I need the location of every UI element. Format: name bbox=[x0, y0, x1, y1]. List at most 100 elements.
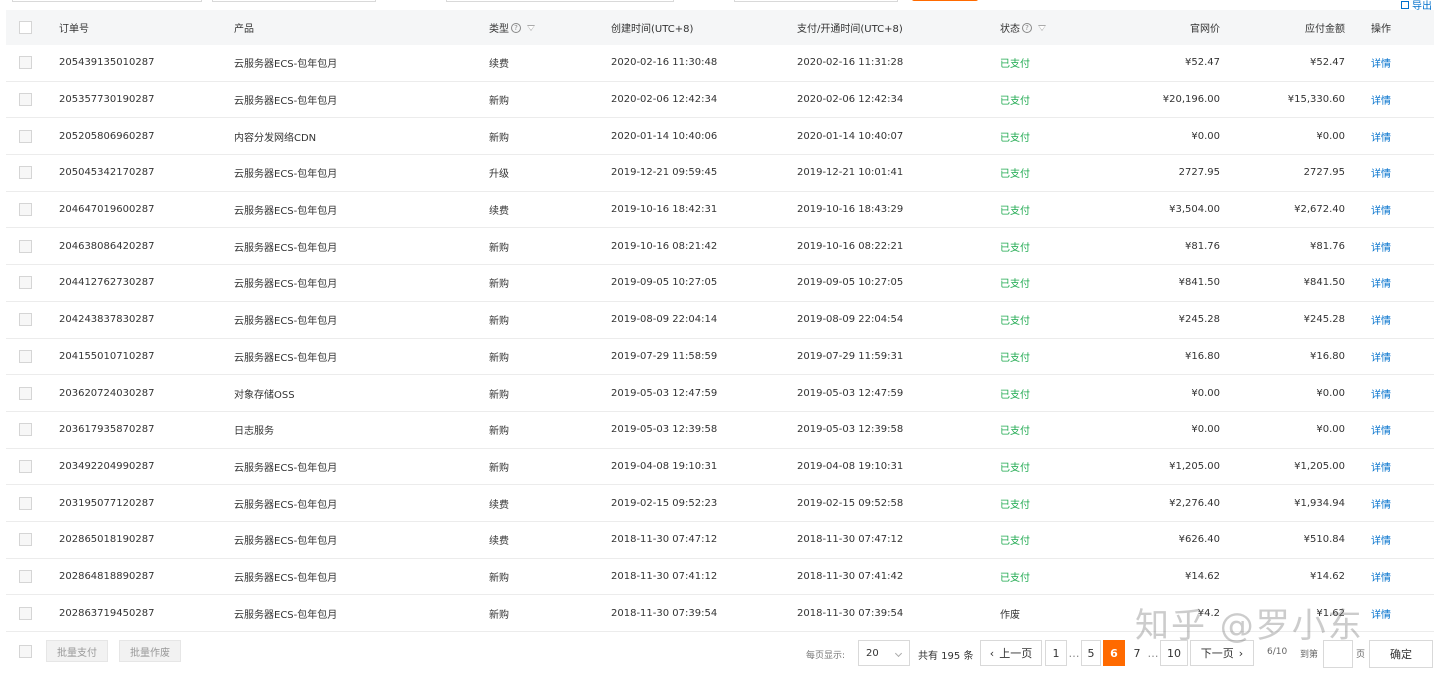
details-link[interactable]: 详情 bbox=[1371, 449, 1391, 485]
export-icon bbox=[1401, 0, 1409, 9]
status-cell: 已支付 bbox=[1000, 352, 1030, 364]
product-cell: 云服务器ECS-包年包月 bbox=[234, 352, 338, 364]
paid-time-cell: 2019-04-08 19:10:31 bbox=[797, 460, 904, 472]
row-checkbox[interactable] bbox=[19, 93, 32, 107]
row-checkbox[interactable] bbox=[19, 349, 32, 363]
product-cell: 云服务器ECS-包年包月 bbox=[234, 169, 338, 181]
row-checkbox[interactable] bbox=[19, 276, 32, 290]
footer-select-all-checkbox[interactable] bbox=[19, 645, 32, 658]
row-checkbox[interactable] bbox=[19, 459, 32, 473]
paid-time-cell: 2020-02-16 11:31:28 bbox=[797, 57, 904, 69]
page-unit: 页 bbox=[1356, 650, 1366, 660]
type-cell: 新购 bbox=[489, 316, 509, 328]
page-button[interactable]: 10 bbox=[1160, 640, 1188, 666]
row-checkbox[interactable] bbox=[19, 496, 32, 510]
filter-input[interactable] bbox=[446, 0, 674, 2]
paid-time-cell: 2020-02-06 12:42:34 bbox=[797, 94, 904, 106]
paid-time-cell: 2019-09-05 10:27:05 bbox=[797, 277, 904, 289]
table-row: 202865018190287 云服务器ECS-包年包月 续费 2018-11-30 … bbox=[6, 522, 1434, 559]
amount-cell: ¥841.50 bbox=[1303, 277, 1345, 289]
details-link[interactable]: 详情 bbox=[1371, 228, 1391, 264]
details-link[interactable]: 详情 bbox=[1371, 595, 1391, 631]
list-price-cell: ¥0.00 bbox=[1191, 387, 1220, 399]
batch-pay-button[interactable]: 批量支付 bbox=[46, 640, 108, 662]
details-link[interactable]: 详情 bbox=[1371, 82, 1391, 118]
status-cell: 已支付 bbox=[1000, 59, 1030, 71]
amount-cell: ¥1.62 bbox=[1316, 607, 1345, 619]
product-cell: 日志服务 bbox=[234, 426, 274, 438]
next-page-button[interactable]: 下一页 › bbox=[1190, 640, 1254, 666]
list-price-cell: ¥81.76 bbox=[1185, 240, 1220, 252]
page-button[interactable]: 1 bbox=[1045, 640, 1067, 666]
filter-input[interactable] bbox=[212, 0, 376, 2]
order-no-cell: 205205806960287 bbox=[59, 130, 155, 142]
filter-input[interactable] bbox=[12, 0, 202, 2]
table-row: 204647019600287 云服务器ECS-包年包月 续费 2019-10-16 … bbox=[6, 192, 1434, 229]
created-time-cell: 2019-09-05 10:27:05 bbox=[611, 277, 718, 289]
page-size-select[interactable]: 20 bbox=[858, 640, 910, 666]
status-cell: 已支付 bbox=[1000, 206, 1030, 218]
product-cell: 云服务器ECS-包年包月 bbox=[234, 609, 338, 621]
paid-time-cell: 2019-02-15 09:52:58 bbox=[797, 497, 904, 509]
table-row: 204155010710287 云服务器ECS-包年包月 新购 2019-07-29 … bbox=[6, 339, 1434, 376]
batch-void-button[interactable]: 批量作废 bbox=[119, 640, 181, 662]
details-link[interactable]: 详情 bbox=[1371, 375, 1391, 411]
details-link[interactable]: 详情 bbox=[1371, 412, 1391, 448]
search-button[interactable] bbox=[912, 0, 978, 1]
help-icon[interactable]: ? bbox=[1022, 22, 1032, 33]
details-link[interactable]: 详情 bbox=[1371, 485, 1391, 521]
product-cell: 云服务器ECS-包年包月 bbox=[234, 206, 338, 218]
created-time-cell: 2019-07-29 11:58:59 bbox=[611, 350, 718, 362]
product-cell: 云服务器ECS-包年包月 bbox=[234, 536, 338, 548]
details-link[interactable]: 详情 bbox=[1371, 559, 1391, 595]
filter-icon[interactable] bbox=[1038, 24, 1046, 31]
status-cell: 已支付 bbox=[1000, 462, 1030, 474]
product-cell: 云服务器ECS-包年包月 bbox=[234, 242, 338, 254]
details-link[interactable]: 详情 bbox=[1371, 192, 1391, 228]
header-status[interactable]: 状态 ? bbox=[1000, 10, 1046, 45]
details-link[interactable]: 详情 bbox=[1371, 265, 1391, 301]
order-no-cell: 205357730190287 bbox=[59, 94, 155, 106]
details-link[interactable]: 详情 bbox=[1371, 155, 1391, 191]
product-cell: 云服务器ECS-包年包月 bbox=[234, 279, 338, 291]
details-link[interactable]: 详情 bbox=[1371, 522, 1391, 558]
chevron-left-icon: ‹ bbox=[989, 646, 995, 660]
row-checkbox[interactable] bbox=[19, 203, 32, 217]
status-cell: 已支付 bbox=[1000, 572, 1030, 584]
row-checkbox[interactable] bbox=[19, 239, 32, 253]
details-link[interactable]: 详情 bbox=[1371, 339, 1391, 375]
table-header: 订单号 产品 类型 ? 创建时间(UTC+8) 支付/开通时间(UTC+8) 状… bbox=[6, 10, 1434, 45]
row-checkbox[interactable] bbox=[19, 423, 32, 437]
row-checkbox[interactable] bbox=[19, 129, 32, 143]
details-link[interactable]: 详情 bbox=[1371, 118, 1391, 154]
row-checkbox[interactable] bbox=[19, 533, 32, 547]
prev-page-button[interactable]: ‹ 上一页 bbox=[980, 640, 1042, 666]
order-no-cell: 202865018190287 bbox=[59, 534, 155, 546]
details-link[interactable]: 详情 bbox=[1371, 302, 1391, 338]
row-checkbox[interactable] bbox=[19, 569, 32, 583]
header-type[interactable]: 类型 ? bbox=[489, 10, 535, 45]
details-link[interactable]: 详情 bbox=[1371, 45, 1391, 81]
order-no-cell: 204647019600287 bbox=[59, 204, 155, 216]
status-cell: 已支付 bbox=[1000, 499, 1030, 511]
confirm-button[interactable]: 确定 bbox=[1369, 640, 1433, 668]
created-time-cell: 2020-01-14 10:40:06 bbox=[611, 130, 718, 142]
created-time-cell: 2019-02-15 09:52:23 bbox=[611, 497, 718, 509]
row-checkbox[interactable] bbox=[19, 386, 32, 400]
page-ellipsis: … bbox=[1067, 640, 1081, 666]
row-checkbox[interactable] bbox=[19, 166, 32, 180]
select-all-checkbox[interactable] bbox=[19, 21, 32, 34]
list-price-cell: ¥14.62 bbox=[1185, 570, 1220, 582]
help-icon[interactable]: ? bbox=[511, 22, 521, 33]
row-checkbox[interactable] bbox=[19, 313, 32, 327]
filter-icon[interactable] bbox=[527, 24, 535, 31]
row-checkbox[interactable] bbox=[19, 606, 32, 620]
page-button[interactable]: 7 bbox=[1127, 640, 1147, 666]
product-cell: 对象存储OSS bbox=[234, 389, 295, 401]
page-button[interactable]: 5 bbox=[1081, 640, 1101, 666]
filter-input[interactable] bbox=[734, 0, 898, 2]
row-checkbox[interactable] bbox=[19, 56, 32, 70]
page-button-current[interactable]: 6 bbox=[1103, 640, 1125, 666]
table-body: 205439135010287 云服务器ECS-包年包月 续费 2020-02-16 … bbox=[6, 45, 1434, 632]
goto-page-input[interactable] bbox=[1323, 640, 1353, 668]
